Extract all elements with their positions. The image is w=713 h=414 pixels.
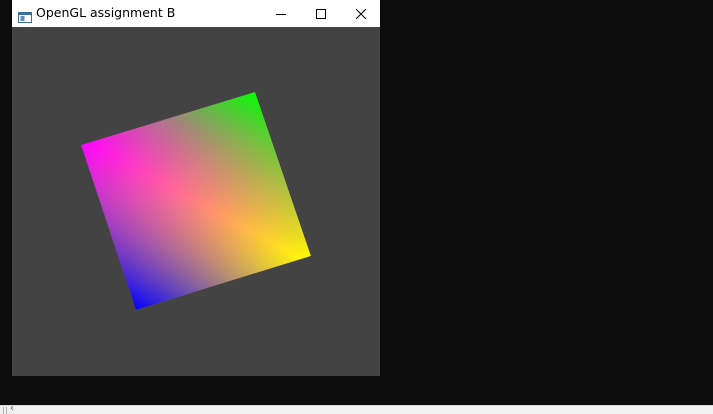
gradient-square [81, 92, 311, 310]
opengl-window[interactable]: OpenGL assignment B [12, 0, 380, 376]
title-bar[interactable]: OpenGL assignment B [12, 0, 380, 27]
minimize-icon [276, 4, 286, 23]
scroll-left-icon[interactable]: ‹ [10, 403, 14, 414]
bottom-strip: ‹ [0, 403, 713, 414]
window-app-icon [18, 8, 32, 23]
render-surface [81, 92, 311, 310]
desktop: OpenGL assignment B ‹ [0, 0, 713, 414]
close-icon [355, 4, 367, 23]
opengl-canvas[interactable] [12, 27, 380, 376]
grip-handle[interactable] [3, 407, 7, 414]
close-button[interactable] [341, 0, 381, 27]
window-title: OpenGL assignment B [36, 5, 176, 20]
maximize-button[interactable] [301, 0, 341, 27]
minimize-button[interactable] [261, 0, 301, 27]
maximize-icon [316, 4, 326, 23]
